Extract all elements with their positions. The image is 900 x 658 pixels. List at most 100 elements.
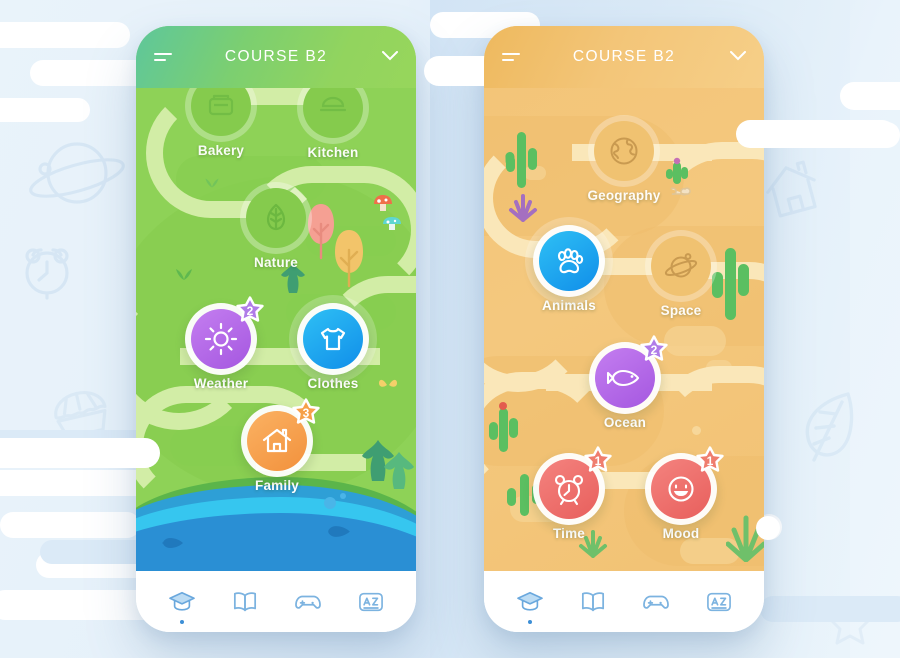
course-node-ocean[interactable]: 2 Ocean <box>582 335 668 430</box>
node-label: Family <box>255 478 299 493</box>
hamburger-icon[interactable] <box>502 53 520 61</box>
mushroom-icon <box>374 195 392 211</box>
node-circle[interactable] <box>525 217 613 305</box>
status-badge: 2 <box>235 296 265 326</box>
az-dictionary-icon <box>358 592 383 611</box>
cloud-shape <box>760 596 900 622</box>
page-title: COURSE B2 <box>572 48 676 65</box>
badge-count: 1 <box>706 453 714 468</box>
fish-icon <box>328 526 350 537</box>
node-circle[interactable]: 2 <box>185 296 264 375</box>
bakery-icon <box>208 94 234 116</box>
chevron-down-icon[interactable] <box>382 48 398 66</box>
node-circle[interactable]: 1 <box>533 446 612 525</box>
sun-icon <box>204 322 238 356</box>
nav-item-library[interactable] <box>223 582 267 622</box>
cloud-shape <box>756 516 780 540</box>
course-node-weather[interactable]: 2 Weather <box>178 296 264 391</box>
cloud-shape <box>0 98 90 122</box>
course-node-family[interactable]: 3 Family <box>234 398 320 493</box>
node-circle[interactable] <box>645 230 717 302</box>
mushroom-icon <box>383 217 401 230</box>
phone-mockup-orange: COURSE B2 Geography Animals Space 2 Ocea… <box>484 26 764 632</box>
app-screen: COURSE B2 Geography Animals Space 2 Ocea… <box>484 26 764 632</box>
node-circle[interactable]: 1 <box>645 446 724 525</box>
nav-item-dictionary[interactable] <box>349 582 393 622</box>
globe-icon <box>610 137 638 165</box>
tree-icon <box>335 230 363 288</box>
planet-icon <box>14 128 132 218</box>
graduation-cap-icon <box>516 591 543 611</box>
app-header-orange: COURSE B2 <box>484 26 764 88</box>
course-node-kitchen[interactable]: Kitchen <box>290 72 376 160</box>
hamburger-icon[interactable] <box>154 53 172 61</box>
paw-icon <box>557 248 584 274</box>
nav-item-games[interactable] <box>634 582 678 622</box>
cloud-shape <box>0 22 130 48</box>
nav-item-dictionary[interactable] <box>697 582 741 622</box>
status-badge: 2 <box>639 335 669 365</box>
canvas: COURSE B2 Bakery Kitchen Nature 2 Weathe… <box>0 0 900 658</box>
grass-tuft-icon <box>205 178 219 192</box>
kitchen-icon <box>319 96 347 112</box>
node-label: Nature <box>254 255 298 270</box>
course-node-space[interactable]: Space <box>638 230 724 318</box>
node-circle[interactable]: 2 <box>589 335 668 414</box>
course-node-clothes[interactable]: Clothes <box>289 295 377 391</box>
nav-item-games[interactable] <box>286 582 330 622</box>
node-label: Mood <box>662 526 700 541</box>
tshirt-icon <box>320 327 346 351</box>
node-label: Geography <box>587 188 661 203</box>
node-circle[interactable]: 3 <box>241 398 320 477</box>
cloud-shape <box>736 120 896 148</box>
nav-item-library[interactable] <box>571 582 615 622</box>
leaf-icon <box>798 388 860 470</box>
course-node-nature[interactable]: Nature <box>233 182 319 270</box>
chevron-down-icon[interactable] <box>730 48 746 66</box>
badge-count: 1 <box>594 453 602 468</box>
status-badge: 3 <box>291 398 321 428</box>
book-icon <box>581 591 604 611</box>
page-title: COURSE B2 <box>224 48 328 65</box>
smiley-icon <box>668 476 694 502</box>
nav-item-courses[interactable] <box>160 582 204 624</box>
status-badge: 1 <box>583 446 613 476</box>
bottom-nav-orange <box>484 571 764 632</box>
cactus-icon <box>489 402 518 452</box>
status-badge: 1 <box>695 446 725 476</box>
badge-count: 3 <box>302 405 310 420</box>
cloud-shape <box>840 82 900 110</box>
alarm-clock-icon <box>554 474 584 506</box>
node-label: Time <box>552 526 586 541</box>
gamepad-icon <box>642 595 669 609</box>
cloud-shape <box>96 512 120 536</box>
active-indicator-dot <box>179 619 184 624</box>
cloud-shape <box>0 438 160 468</box>
alarm-clock-icon <box>16 240 78 300</box>
course-node-geography[interactable]: Geography <box>581 115 667 203</box>
node-label: Space <box>660 303 702 318</box>
nav-item-courses[interactable] <box>508 582 552 624</box>
badge-count: 2 <box>650 342 658 357</box>
bone-icon <box>670 187 691 196</box>
fish-icon <box>162 538 183 548</box>
node-label: Ocean <box>603 415 647 430</box>
graduation-cap-icon <box>168 591 195 611</box>
az-dictionary-icon <box>706 592 731 611</box>
course-node-bakery[interactable]: Bakery <box>178 70 264 158</box>
node-label: Weather <box>193 376 249 391</box>
planet-icon <box>664 253 698 278</box>
agave-icon <box>509 194 537 222</box>
course-node-time[interactable]: 1 Time <box>526 446 612 541</box>
book-icon <box>233 591 256 611</box>
butterfly-icon <box>379 379 397 387</box>
node-circle[interactable] <box>289 295 377 383</box>
course-node-animals[interactable]: Animals <box>525 217 613 313</box>
course-node-mood[interactable]: 1 Mood <box>638 446 724 541</box>
node-circle[interactable] <box>240 182 312 254</box>
fish-icon <box>607 369 640 387</box>
node-label: Kitchen <box>307 145 359 160</box>
cactus-icon <box>666 157 688 184</box>
cactus-icon <box>505 132 537 188</box>
node-circle[interactable] <box>588 115 660 187</box>
